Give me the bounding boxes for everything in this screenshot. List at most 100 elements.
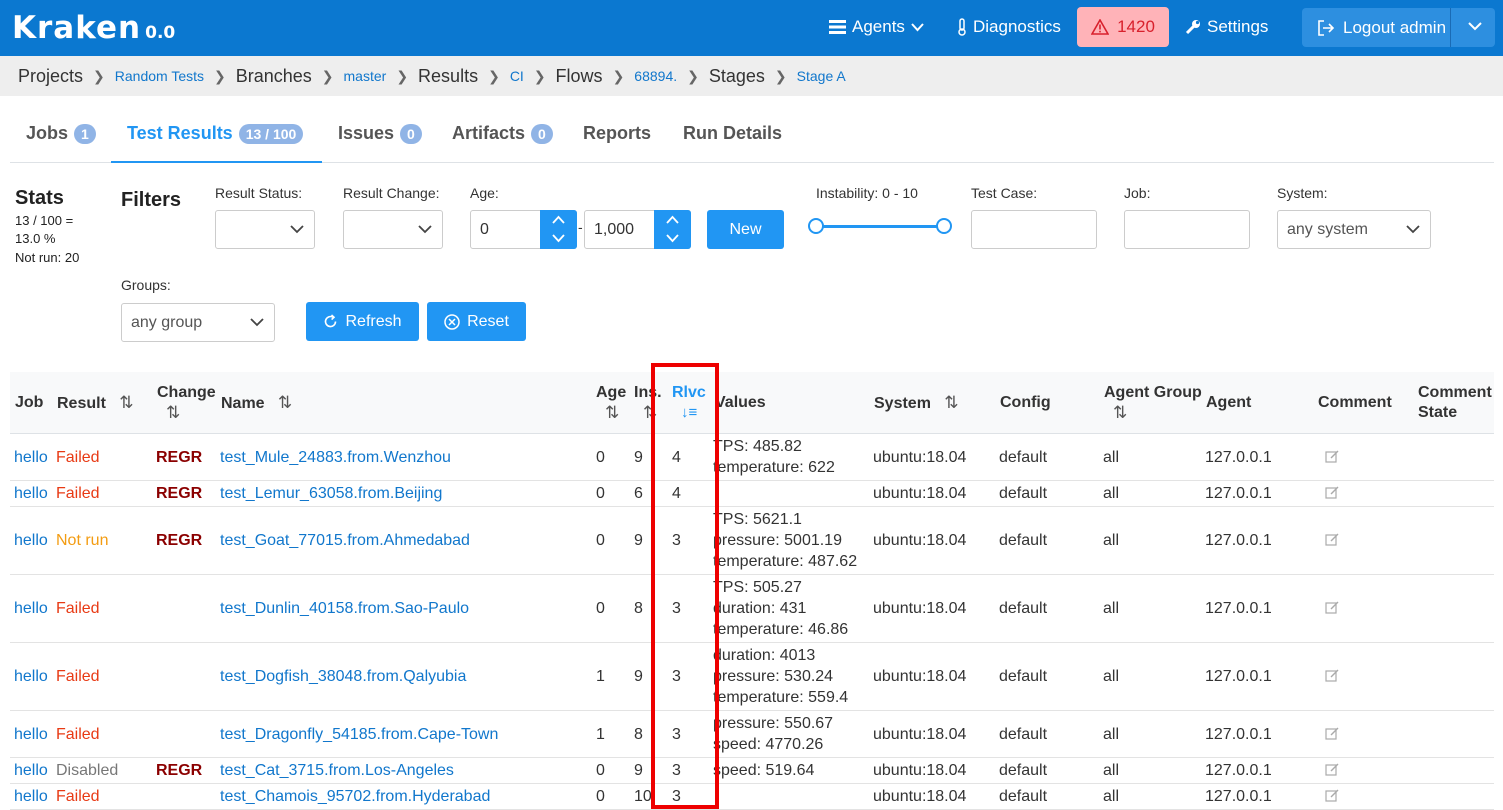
sort-icon[interactable]: ⇅	[278, 393, 292, 412]
test-name-link[interactable]: test_Mule_24883.from.Wenzhou	[220, 447, 451, 468]
result-change-select[interactable]	[343, 210, 443, 249]
settings-link[interactable]: Settings	[1185, 17, 1268, 37]
edit-comment-icon[interactable]	[1325, 448, 1339, 469]
relevance-value: 3	[672, 762, 681, 779]
edit-comment-icon[interactable]	[1325, 484, 1339, 505]
tab-jobs[interactable]: Jobs 1	[26, 123, 96, 144]
crumb-flow[interactable]: 68894.	[634, 68, 677, 84]
test-name-link[interactable]: test_Goat_77015.from.Ahmedabad	[220, 530, 470, 551]
agents-menu[interactable]: Agents	[829, 17, 924, 37]
table-row: hello Failed test_Dragonfly_54185.from.Cap…	[10, 711, 1494, 758]
sort-icon[interactable]: ⇅	[1113, 403, 1127, 422]
job-link[interactable]: hello	[14, 666, 48, 687]
edit-comment-icon[interactable]	[1325, 761, 1339, 782]
sort-icon[interactable]: ⇅	[605, 403, 619, 422]
age-value: 1	[596, 726, 605, 743]
job-link[interactable]: hello	[14, 598, 48, 619]
test-name-link[interactable]: test_Dunlin_40158.from.Sao-Paulo	[220, 598, 469, 619]
relevance-value: 4	[672, 449, 681, 466]
edit-comment-icon[interactable]	[1325, 599, 1339, 620]
agent-value: 127.0.0.1	[1205, 532, 1272, 549]
col-system[interactable]: System ⇅	[874, 393, 959, 414]
tab-test-results[interactable]: Test Results 13 / 100	[127, 123, 304, 144]
tab-issues[interactable]: Issues 0	[338, 123, 422, 144]
edit-comment-icon[interactable]	[1325, 725, 1339, 746]
col-comment: Comment	[1318, 394, 1392, 411]
reset-button[interactable]: Reset	[427, 302, 526, 341]
chevron-right-icon: ❯	[612, 67, 625, 84]
col-change[interactable]: Change ⇅	[157, 383, 216, 424]
job-link[interactable]: hello	[14, 724, 48, 745]
edit-comment-icon[interactable]	[1325, 531, 1339, 552]
job-link[interactable]: hello	[14, 483, 48, 504]
system-value: ubuntu:18.04	[873, 762, 967, 779]
instability-slider-track	[817, 225, 945, 228]
age-to-stepper[interactable]	[654, 210, 691, 249]
crumb-ci[interactable]: CI	[510, 68, 524, 84]
sort-icon[interactable]: ⇅	[944, 393, 958, 412]
breadcrumb: Projects ❯ Random Tests ❯ Branches ❯ mas…	[0, 56, 1503, 96]
config-value: default	[999, 788, 1048, 805]
tab-artifacts[interactable]: Artifacts 0	[452, 123, 553, 144]
test-name-link[interactable]: test_Chamois_95702.from.Hyderabad	[220, 786, 490, 807]
tab-badge: 0	[400, 123, 422, 144]
job-link[interactable]: hello	[14, 530, 48, 551]
logout-button[interactable]: Logout admin	[1302, 8, 1495, 47]
col-age[interactable]: Age ⇅	[596, 383, 626, 424]
diagnostics-link[interactable]: Diagnostics	[957, 17, 1061, 37]
col-name[interactable]: Name ⇅	[221, 393, 292, 414]
age-from-stepper[interactable]	[540, 210, 577, 249]
instability-slider-max-handle[interactable]	[936, 218, 952, 234]
job-link[interactable]: hello	[14, 786, 48, 807]
job-link[interactable]: hello	[14, 447, 48, 468]
tab-reports[interactable]: Reports	[583, 123, 651, 144]
system-label: System:	[1277, 185, 1328, 201]
result-status-select[interactable]	[215, 210, 315, 249]
age-value: 0	[596, 788, 605, 805]
result-status: Failed	[56, 449, 100, 466]
col-relevance[interactable]: Rlvc ↓≡	[672, 383, 706, 423]
chevron-down-icon[interactable]	[1467, 18, 1483, 34]
tab-run-details[interactable]: Run Details	[683, 123, 782, 144]
col-agent-group[interactable]: Agent Group ⇅	[1104, 383, 1202, 424]
test-name-link[interactable]: test_Cat_3715.from.Los-Angeles	[220, 760, 454, 781]
chevron-up-icon	[552, 215, 565, 224]
sort-descending-icon[interactable]: ↓≡	[681, 404, 697, 421]
crumb-branch[interactable]: master	[344, 68, 387, 84]
chevron-down-icon	[552, 234, 565, 243]
crumb-stage[interactable]: Stage A	[797, 68, 846, 84]
test-case-input[interactable]	[971, 210, 1097, 249]
col-values: Values	[715, 394, 766, 411]
sort-icon[interactable]: ⇅	[643, 403, 657, 422]
job-filter-input[interactable]	[1124, 210, 1250, 249]
config-value: default	[999, 668, 1048, 685]
chevron-up-icon	[666, 215, 679, 224]
groups-select[interactable]: any group	[121, 303, 275, 342]
system-select[interactable]: any system	[1277, 210, 1431, 249]
sort-icon[interactable]: ⇅	[119, 393, 133, 412]
sort-icon[interactable]: ⇅	[166, 403, 180, 422]
stats-ratio: 13 / 100 =	[15, 213, 74, 228]
new-button[interactable]: New	[707, 210, 784, 249]
test-name-link[interactable]: test_Dogfish_38048.from.Qalyubia	[220, 666, 466, 687]
edit-comment-icon[interactable]	[1325, 787, 1339, 808]
values-list: TPS: 485.82 temperature: 622	[713, 438, 835, 476]
kraken-logo[interactable]: Kraken 0.0	[12, 10, 175, 46]
alerts-button[interactable]: 1420	[1077, 7, 1169, 47]
age-value: 1	[596, 668, 605, 685]
instability-value: 9	[634, 668, 643, 685]
job-link[interactable]: hello	[14, 760, 48, 781]
test-name-link[interactable]: test_Dragonfly_54185.from.Cape-Town	[220, 724, 498, 745]
test-name-link[interactable]: test_Lemur_63058.from.Beijing	[220, 483, 442, 504]
instability-value: 9	[634, 532, 643, 549]
refresh-button[interactable]: Refresh	[306, 302, 419, 341]
stats-percent: 13.0 %	[15, 231, 56, 246]
crumb-project[interactable]: Random Tests	[115, 68, 204, 84]
result-status-label: Result Status:	[215, 185, 303, 201]
col-result[interactable]: Result ⇅	[57, 393, 134, 414]
col-instability[interactable]: Ins. ⇅	[634, 383, 662, 424]
values-list: pressure: 550.67 speed: 4770.26	[713, 715, 834, 753]
edit-comment-icon[interactable]	[1325, 667, 1339, 688]
agent-group-value: all	[1103, 532, 1120, 549]
instability-slider-min-handle[interactable]	[808, 218, 824, 234]
